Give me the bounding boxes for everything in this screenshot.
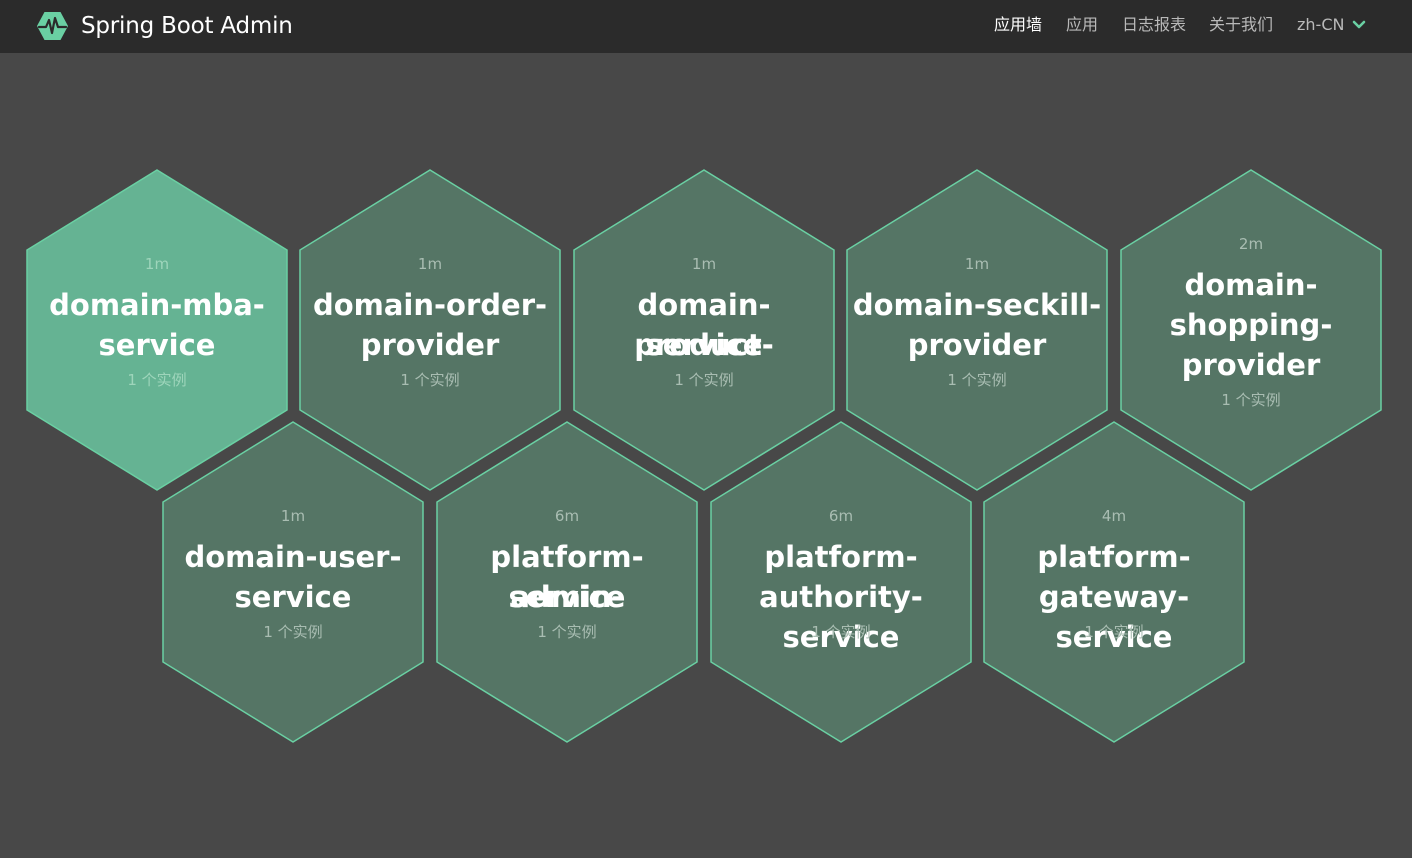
application-hexagon[interactable]	[436, 421, 698, 743]
application-hexagon[interactable]	[846, 169, 1108, 491]
application-hexagon[interactable]	[573, 169, 835, 491]
application-hexagon[interactable]	[1120, 169, 1382, 491]
application-hexagon[interactable]	[26, 169, 288, 491]
application-hexagon[interactable]	[299, 169, 561, 491]
hexagon-grid	[26, 169, 1382, 743]
application-wall: 1m domain-mba-service 1 个实例 1m domain-order-…	[0, 0, 1412, 858]
application-hexagon[interactable]	[710, 421, 972, 743]
application-hexagon[interactable]	[983, 421, 1245, 743]
application-hexagon[interactable]	[162, 421, 424, 743]
